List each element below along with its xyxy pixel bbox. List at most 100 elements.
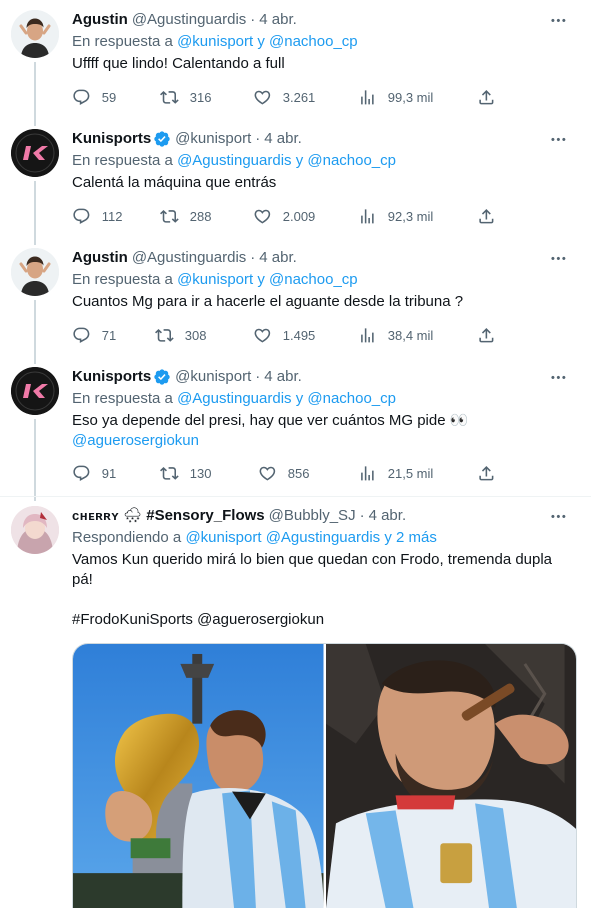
anime-avatar-icon [11, 506, 59, 554]
author-name[interactable]: Agustin [72, 10, 128, 30]
like-count: 2.009 [282, 208, 316, 224]
reply-context: En respuesta a @kunisport y @nachoo_cp [72, 270, 575, 290]
more-options-icon[interactable] [545, 248, 571, 268]
separator-dot: · [359, 507, 365, 524]
avatar[interactable] [11, 367, 59, 415]
views-button[interactable]: 21,5 mil [358, 463, 433, 483]
tweet-date[interactable]: 4 abr. [264, 129, 302, 149]
reply-mentions[interactable]: @kunisport @Agustinguardis y 2 más [185, 529, 436, 546]
reply-button[interactable]: 71 [72, 325, 116, 345]
view-count: 38,4 mil [387, 327, 434, 343]
views-button[interactable]: 92,3 mil [358, 206, 433, 226]
like-count: 1.495 [282, 327, 316, 343]
kunisports-logo-icon [11, 129, 59, 177]
tweet-text: Eso ya depende del presi, hay que ver cu… [72, 411, 575, 451]
reply-icon [72, 88, 91, 107]
retweet-button[interactable]: 130 [160, 463, 211, 483]
retweet-icon [160, 207, 179, 226]
author-name[interactable]: Kunisports [72, 367, 151, 387]
person-avatar-icon [11, 248, 59, 296]
views-button[interactable]: 99,3 mil [358, 87, 433, 107]
author-name[interactable]: Kunisports [72, 129, 151, 149]
verified-badge-icon [151, 368, 171, 386]
reply-context: En respuesta a @kunisport y @nachoo_cp [72, 32, 575, 52]
share-icon [477, 326, 496, 345]
reply-count: 91 [101, 465, 117, 481]
reply-mentions[interactable]: @Agustinguardis y @nachoo_cp [177, 390, 396, 407]
author-handle[interactable]: @kunisport [175, 129, 251, 149]
share-button[interactable] [477, 463, 496, 483]
retweet-count: 130 [189, 465, 212, 481]
tweet-date[interactable]: 4 abr. [264, 367, 302, 387]
photo-cigar[interactable] [325, 644, 576, 908]
tweet-actions: 112 288 2.009 92,3 mil [72, 206, 512, 226]
tweet-date[interactable]: 4 abr. [259, 10, 297, 30]
separator-dot: · [250, 11, 256, 28]
retweet-count: 316 [189, 89, 212, 105]
author-handle[interactable]: @kunisport [175, 367, 251, 387]
author-name[interactable]: Agustin [72, 248, 128, 268]
author-name-suffix[interactable]: #Sensory_Flows [146, 506, 264, 526]
avatar[interactable] [11, 129, 59, 177]
reply-button[interactable]: 91 [72, 463, 116, 483]
tweet[interactable]: Kunisports @kunisport · 4 abr. En respue… [0, 358, 591, 496]
photo-trophy-kiss[interactable] [73, 644, 324, 908]
more-options-icon[interactable] [545, 10, 571, 30]
author-handle[interactable]: @Bubbly_SJ [269, 506, 356, 526]
author-handle[interactable]: @Agustinguardis [132, 248, 246, 268]
separator-dot: · [255, 130, 261, 147]
share-button[interactable] [477, 87, 496, 107]
share-icon [477, 88, 496, 107]
reply-mentions[interactable]: @Agustinguardis y @nachoo_cp [177, 152, 396, 169]
like-button[interactable]: 3.261 [253, 87, 315, 107]
tweet-text: Uffff que lindo! Calentando a full [72, 55, 285, 72]
reply-prefix: En respuesta a [72, 390, 173, 407]
media-grid [72, 643, 577, 908]
share-button[interactable] [477, 325, 496, 345]
bar-chart-icon [358, 88, 377, 107]
author-handle[interactable]: @Agustinguardis [132, 10, 246, 30]
avatar[interactable] [11, 10, 59, 58]
share-button[interactable] [477, 206, 496, 226]
heart-icon [258, 464, 277, 483]
avatar[interactable] [11, 248, 59, 296]
reply-context: En respuesta a @Agustinguardis y @nachoo… [72, 151, 575, 171]
reply-mentions[interactable]: @kunisport y @nachoo_cp [177, 271, 358, 288]
tweet-date[interactable]: 4 abr. [369, 506, 407, 526]
kunisports-logo-icon [11, 367, 59, 415]
reply-count: 71 [101, 327, 117, 343]
tweet-text: Calentá la máquina que entrás [72, 174, 277, 191]
retweet-button[interactable]: 308 [155, 325, 206, 345]
tweet-text-line: Eso ya depende del presi, hay que ver cu… [72, 412, 469, 429]
like-button[interactable]: 2.009 [253, 206, 315, 226]
reply-mentions[interactable]: @kunisport y @nachoo_cp [177, 33, 358, 50]
tweet[interactable]: Agustin @Agustinguardis · 4 abr. En resp… [0, 239, 591, 358]
retweet-icon [160, 88, 179, 107]
reply-icon [72, 464, 91, 483]
bar-chart-icon [358, 464, 377, 483]
views-button[interactable]: 38,4 mil [358, 325, 433, 345]
tweet[interactable]: Agustin @Agustinguardis · 4 abr. En resp… [0, 0, 591, 120]
author-name[interactable]: ᴄʜᴇʀʀʏ [72, 506, 119, 526]
tweet[interactable]: Kunisports @kunisport · 4 abr. En respue… [0, 120, 591, 239]
like-button[interactable]: 1.495 [253, 325, 315, 345]
reply-prefix: Respondiendo a [72, 529, 182, 546]
more-options-icon[interactable] [545, 506, 571, 526]
hashtag-mention-line[interactable]: #FrodoKuniSports @aguerosergiokun [72, 610, 575, 630]
like-button[interactable]: 856 [258, 463, 309, 483]
tweet-text: Cuantos Mg para ir a hacerle el aguante … [72, 293, 464, 310]
retweet-icon [160, 464, 179, 483]
verified-badge-icon [151, 130, 171, 148]
tweet-actions: 71 308 1.495 38,4 mil [72, 325, 512, 345]
avatar[interactable] [11, 506, 59, 554]
mention-link[interactable]: @aguerosergiokun [72, 431, 575, 451]
tweet-actions: 59 316 3.261 99,3 mil [72, 87, 512, 107]
reply-button[interactable]: 112 [72, 206, 122, 226]
share-icon [477, 207, 496, 226]
retweet-button[interactable]: 316 [160, 87, 211, 107]
more-options-icon[interactable] [545, 129, 571, 149]
more-options-icon[interactable] [545, 367, 571, 387]
reply-button[interactable]: 59 [72, 87, 116, 107]
tweet-date[interactable]: 4 abr. [259, 248, 297, 268]
retweet-button[interactable]: 288 [160, 206, 211, 226]
